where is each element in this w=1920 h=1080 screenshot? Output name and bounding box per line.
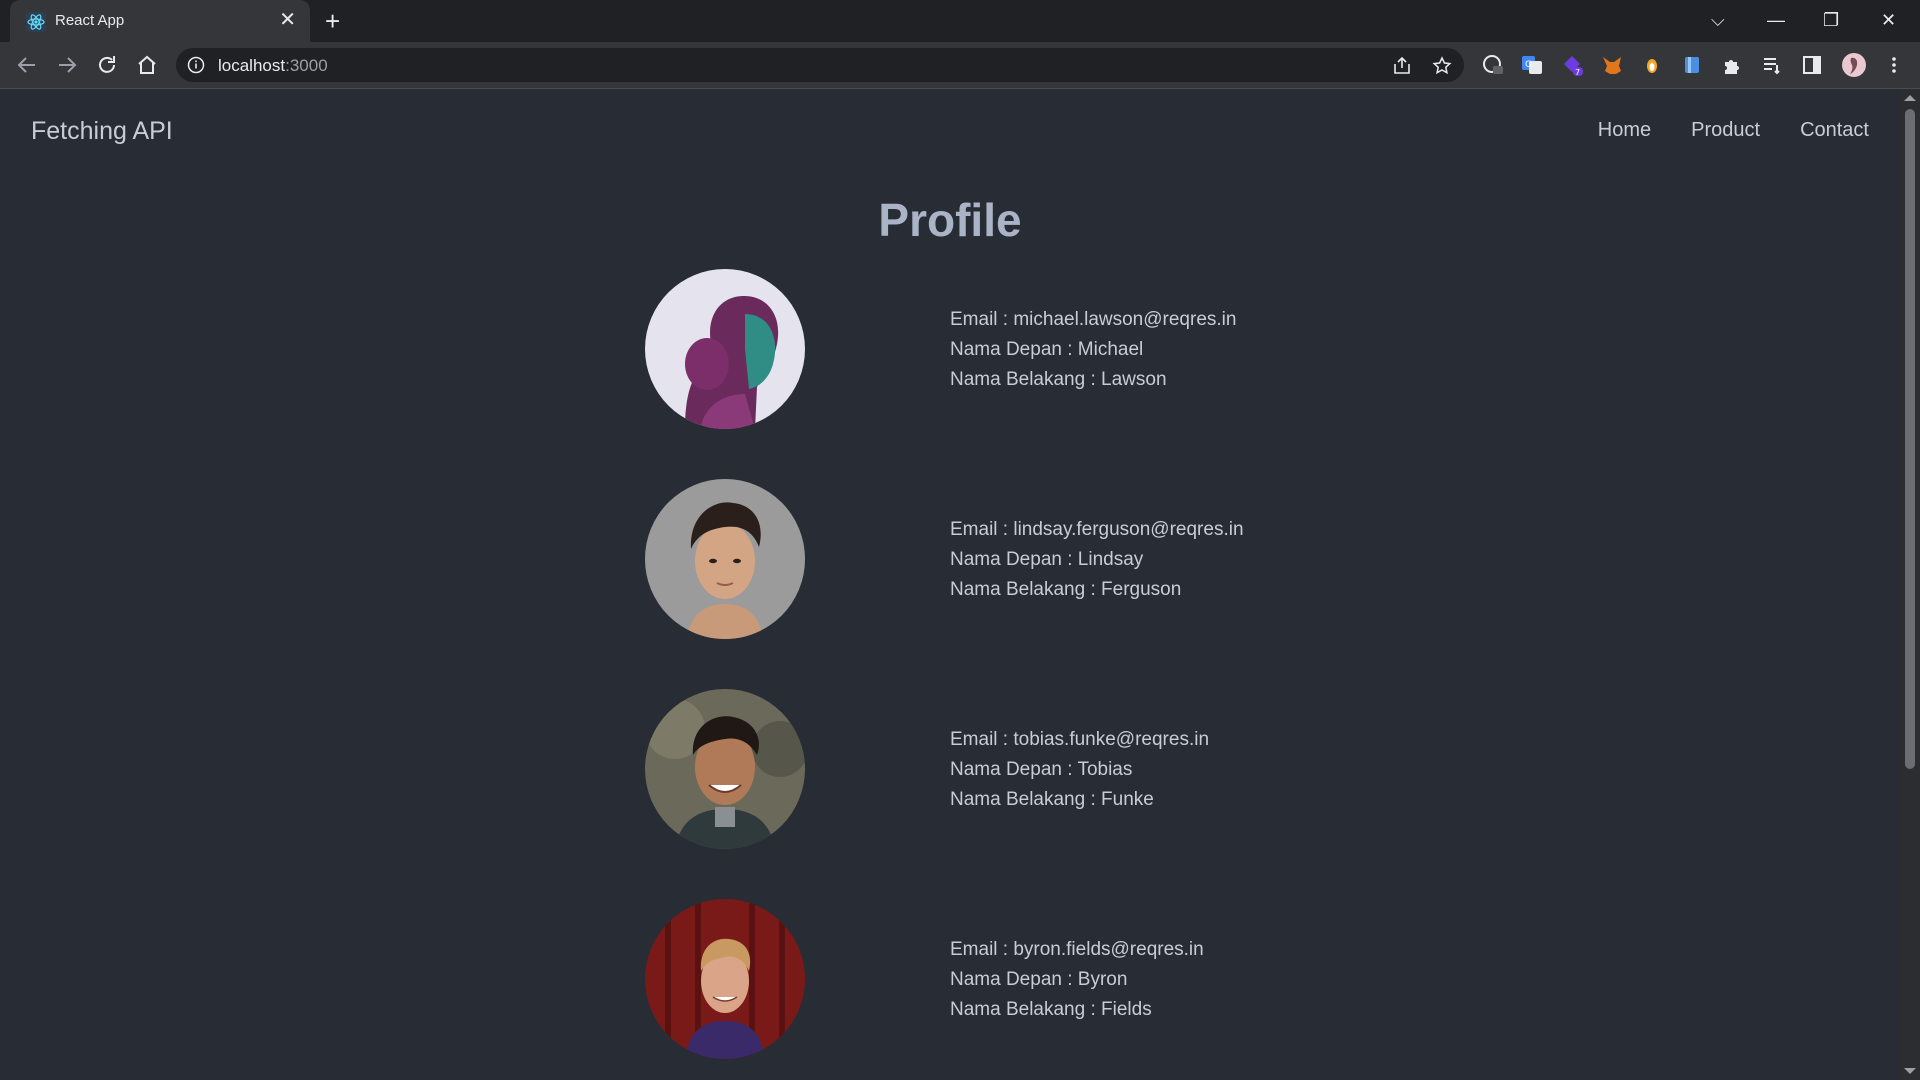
scroll-down-arrow-icon[interactable] bbox=[1904, 1068, 1916, 1074]
profile-card: Email : lindsay.ferguson@reqres.in Nama … bbox=[645, 479, 1345, 639]
profile-first-name: Nama Depan : Byron bbox=[950, 969, 1128, 990]
profile-details: Email : tobias.funke@reqres.in Nama Depa… bbox=[950, 725, 1209, 815]
scroll-up-arrow-icon[interactable] bbox=[1904, 95, 1916, 101]
share-icon[interactable] bbox=[1392, 56, 1412, 76]
profile-first-name: Nama Depan : Lindsay bbox=[950, 549, 1144, 570]
react-favicon bbox=[26, 12, 46, 32]
new-tab-button[interactable]: + bbox=[325, 6, 340, 36]
metamask-fox-icon[interactable] bbox=[1601, 54, 1623, 76]
forward-arrow-icon[interactable] bbox=[55, 53, 79, 77]
back-arrow-icon[interactable] bbox=[15, 53, 39, 77]
extension-book-icon[interactable] bbox=[1681, 54, 1703, 76]
extension-eye-icon[interactable] bbox=[1482, 54, 1504, 76]
profile-last-name: Nama Belakang : Lawson bbox=[950, 369, 1167, 390]
extension-flame-icon[interactable] bbox=[1641, 54, 1663, 76]
nav-link-product[interactable]: Product bbox=[1691, 119, 1760, 142]
browser-tabstrip: React App ✕ + ⌵ — ❐ ✕ bbox=[0, 0, 1920, 42]
page-title: Profile bbox=[878, 194, 1022, 246]
profile-first-name: Nama Depan : Tobias bbox=[950, 759, 1133, 780]
profile-card: Email : michael.lawson@reqres.in Nama De… bbox=[645, 269, 1345, 429]
browser-toolbar: localhost:3000 G 7 bbox=[0, 42, 1920, 88]
profile-avatar[interactable] bbox=[1841, 52, 1867, 78]
puzzle-icon[interactable] bbox=[1721, 54, 1743, 76]
browser-tab[interactable]: React App ✕ bbox=[10, 0, 310, 42]
url-host: localhost bbox=[218, 56, 286, 75]
profile-email: Email : michael.lawson@reqres.in bbox=[950, 309, 1237, 330]
profile-first-name: Nama Depan : Michael bbox=[950, 339, 1144, 360]
profile-card: Email : tobias.funke@reqres.in Nama Depa… bbox=[645, 689, 1345, 849]
star-icon[interactable] bbox=[1432, 56, 1452, 76]
profile-last-name: Nama Belakang : Fields bbox=[950, 999, 1152, 1020]
google-translate-icon[interactable]: G bbox=[1521, 54, 1543, 76]
nav-link-contact[interactable]: Contact bbox=[1800, 119, 1869, 142]
tab-close-icon[interactable]: ✕ bbox=[279, 10, 296, 30]
address-bar[interactable]: localhost:3000 bbox=[176, 48, 1464, 82]
profile-avatar-image bbox=[645, 689, 805, 849]
kebab-menu-icon[interactable] bbox=[1883, 54, 1905, 76]
profile-card: Email : byron.fields@reqres.in Nama Depa… bbox=[645, 899, 1345, 1059]
url-port: :3000 bbox=[285, 56, 328, 75]
profile-email: Email : lindsay.ferguson@reqres.in bbox=[950, 519, 1244, 540]
navbar-brand[interactable]: Fetching API bbox=[31, 117, 173, 146]
reload-icon[interactable] bbox=[95, 53, 119, 77]
profile-details: Email : byron.fields@reqres.in Nama Depa… bbox=[950, 935, 1204, 1025]
restore-button[interactable]: ❐ bbox=[1823, 8, 1839, 32]
profile-avatar-image bbox=[645, 269, 805, 429]
tab-search-icon[interactable]: ⌵ bbox=[1711, 8, 1725, 32]
profile-email: Email : byron.fields@reqres.in bbox=[950, 939, 1204, 960]
minimize-button[interactable]: — bbox=[1767, 8, 1785, 32]
side-panel-icon[interactable] bbox=[1801, 54, 1823, 76]
home-icon[interactable] bbox=[135, 53, 159, 77]
url-text[interactable]: localhost:3000 bbox=[218, 56, 328, 76]
profile-email: Email : tobias.funke@reqres.in bbox=[950, 729, 1210, 750]
site-info-icon[interactable] bbox=[187, 56, 205, 74]
profile-details: Email : michael.lawson@reqres.in Nama De… bbox=[950, 305, 1236, 395]
navbar-links: Home Product Contact bbox=[1598, 119, 1869, 142]
nav-link-home[interactable]: Home bbox=[1598, 119, 1651, 142]
profile-details: Email : lindsay.ferguson@reqres.in Nama … bbox=[950, 515, 1244, 605]
extension-badge: 7 bbox=[1575, 68, 1580, 76]
vertical-scrollbar[interactable] bbox=[1900, 89, 1920, 1080]
svg-text:G: G bbox=[1525, 60, 1532, 70]
page-content: Fetching API Home Product Contact Profil… bbox=[0, 89, 1900, 1080]
close-window-button[interactable]: ✕ bbox=[1881, 8, 1896, 32]
extension-diamond-icon[interactable]: 7 bbox=[1561, 54, 1583, 76]
profile-last-name: Nama Belakang : Ferguson bbox=[950, 579, 1182, 600]
profile-avatar-image bbox=[645, 899, 805, 1059]
tab-title: React App bbox=[55, 12, 125, 29]
reading-list-icon[interactable] bbox=[1761, 54, 1783, 76]
profile-last-name: Nama Belakang : Funke bbox=[950, 789, 1154, 810]
scrollbar-thumb[interactable] bbox=[1905, 109, 1915, 769]
profile-avatar-image bbox=[645, 479, 805, 639]
